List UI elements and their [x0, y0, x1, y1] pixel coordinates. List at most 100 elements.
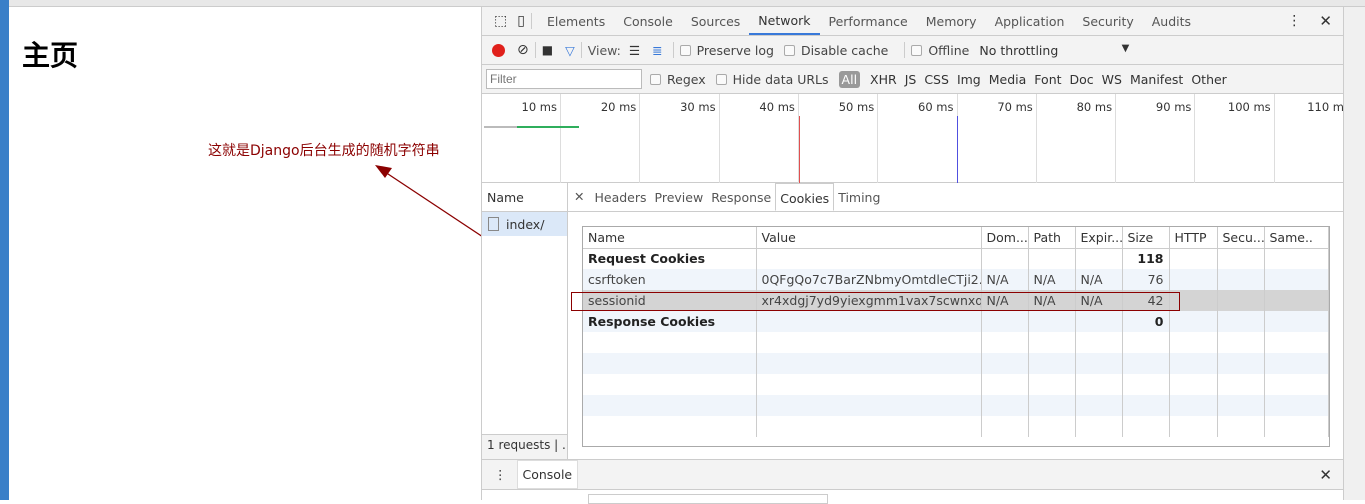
cell — [981, 374, 1029, 395]
tab-application[interactable]: Application — [986, 7, 1074, 35]
column-header[interactable]: Secu... — [1217, 227, 1265, 249]
name-header[interactable]: Name — [482, 183, 567, 212]
cell-value: 0QFgQo7c7BarZNbmyOmtdleCTji2... — [756, 269, 982, 290]
cell-size: 76 — [1122, 269, 1170, 290]
table-row[interactable]: csrftoken 0QFgQo7c7BarZNbmyOmtdleCTji2...… — [583, 269, 1329, 290]
tab-audits[interactable]: Audits — [1143, 7, 1200, 35]
cell — [1075, 332, 1123, 353]
timeline-tick: 40 ms — [720, 94, 799, 183]
cell — [583, 332, 757, 353]
table-row[interactable]: Request Cookies 118 — [583, 248, 1329, 269]
load-line — [799, 116, 800, 183]
filter-icon[interactable]: ▽ — [565, 43, 575, 58]
filter-type-doc[interactable]: Doc — [1070, 72, 1094, 87]
column-header[interactable]: Path — [1028, 227, 1076, 249]
cell — [1028, 332, 1076, 353]
filter-type-css[interactable]: CSS — [924, 72, 949, 87]
filter-type-all[interactable]: All — [838, 70, 861, 88]
cell — [1169, 353, 1218, 374]
console-context-input[interactable] — [588, 494, 828, 504]
device-toolbar-icon[interactable]: ▯ — [517, 13, 525, 29]
detail-tab-response[interactable]: Response — [707, 183, 775, 211]
cell — [1217, 353, 1265, 374]
record-icon[interactable] — [492, 43, 505, 57]
more-menu-icon[interactable]: ⋮ — [1287, 13, 1301, 29]
filter-type-ws[interactable]: WS — [1102, 72, 1122, 87]
throttling-select[interactable]: No throttling ▼ — [979, 43, 1129, 58]
column-header[interactable]: Size — [1122, 227, 1170, 249]
table-row[interactable] — [583, 332, 1329, 353]
regex-checkbox[interactable]: Regex — [650, 72, 706, 87]
tab-elements[interactable]: Elements — [538, 7, 614, 35]
table-row[interactable]: Response Cookies 0 — [583, 311, 1329, 332]
cell — [1217, 269, 1265, 290]
column-header[interactable]: Name — [583, 227, 757, 249]
cell — [1122, 332, 1170, 353]
document-icon — [488, 217, 499, 231]
cell — [981, 416, 1029, 437]
tab-network[interactable]: Network — [749, 7, 820, 35]
drawer-tab-console[interactable]: Console — [516, 460, 579, 489]
filter-type-js[interactable]: JS — [905, 72, 917, 87]
tab-console[interactable]: Console — [614, 7, 682, 35]
detail-tab-headers[interactable]: Headers — [590, 183, 650, 211]
dom-content-line — [957, 116, 958, 183]
disable-cache-checkbox[interactable]: Disable cache — [783, 43, 888, 58]
cell — [1122, 353, 1170, 374]
filter-type-media[interactable]: Media — [989, 72, 1027, 87]
waterfall-view-icon[interactable]: ≣ — [652, 43, 662, 58]
status-bar: 1 requests | ... — [482, 434, 567, 459]
cell — [1075, 353, 1123, 374]
tab-performance[interactable]: Performance — [820, 7, 917, 35]
offline-checkbox[interactable]: Offline — [911, 43, 969, 58]
tab-sources[interactable]: Sources — [682, 7, 749, 35]
timeline-tick: 30 ms — [641, 94, 720, 183]
tab-security[interactable]: Security — [1073, 7, 1142, 35]
list-view-icon[interactable]: ☰ — [629, 43, 640, 58]
cell — [981, 353, 1029, 374]
cell — [1169, 311, 1218, 332]
column-header[interactable]: Same.. — [1264, 227, 1329, 249]
column-header[interactable]: Expir... — [1075, 227, 1123, 249]
column-header[interactable]: HTTP — [1169, 227, 1218, 249]
request-bar — [517, 126, 579, 128]
column-header[interactable]: Value — [756, 227, 982, 249]
cell — [1169, 374, 1218, 395]
filter-type-xhr[interactable]: XHR — [870, 72, 897, 87]
cell — [1264, 269, 1329, 290]
cell-path: N/A — [1028, 269, 1076, 290]
inspect-element-icon[interactable]: ⬚ — [494, 13, 507, 29]
close-drawer-icon[interactable]: ✕ — [1319, 466, 1332, 484]
tab-memory[interactable]: Memory — [917, 7, 986, 35]
preserve-log-checkbox[interactable]: Preserve log — [679, 43, 774, 58]
detail-tab-timing[interactable]: Timing — [834, 183, 884, 211]
filter-type-img[interactable]: Img — [957, 72, 981, 87]
table-row[interactable] — [583, 353, 1329, 374]
cell — [1217, 332, 1265, 353]
close-detail-icon[interactable]: ✕ — [568, 183, 590, 211]
detail-tab-cookies[interactable]: Cookies — [775, 183, 835, 211]
request-item[interactable]: index/ — [482, 212, 567, 236]
cell — [1122, 395, 1170, 416]
hide-data-urls-checkbox[interactable]: Hide data URLs — [715, 72, 829, 87]
filter-type-manifest[interactable]: Manifest — [1130, 72, 1183, 87]
table-row[interactable] — [583, 395, 1329, 416]
detail-tab-preview[interactable]: Preview — [651, 183, 708, 211]
filter-type-font[interactable]: Font — [1034, 72, 1061, 87]
cell — [1264, 248, 1329, 269]
close-devtools-icon[interactable]: ✕ — [1319, 12, 1332, 30]
timeline-tick: 80 ms — [1037, 94, 1117, 183]
cell — [1217, 416, 1265, 437]
drawer-menu-icon[interactable]: ⋮ — [494, 467, 507, 482]
screenshot-camera-icon[interactable]: ■ — [542, 43, 553, 57]
filter-type-other[interactable]: Other — [1191, 72, 1227, 87]
clear-icon[interactable]: ⊘ — [517, 42, 529, 58]
cell — [1122, 416, 1170, 437]
request-name: index/ — [506, 216, 545, 232]
filter-input[interactable] — [486, 69, 642, 89]
cell — [1075, 374, 1123, 395]
column-header[interactable]: Dom... — [981, 227, 1029, 249]
timeline-overview[interactable]: 10 ms 20 ms 30 ms 40 ms 50 ms 60 ms 70 ms 80 ms… — [482, 94, 1354, 183]
table-row[interactable] — [583, 374, 1329, 395]
table-row[interactable] — [583, 416, 1329, 437]
